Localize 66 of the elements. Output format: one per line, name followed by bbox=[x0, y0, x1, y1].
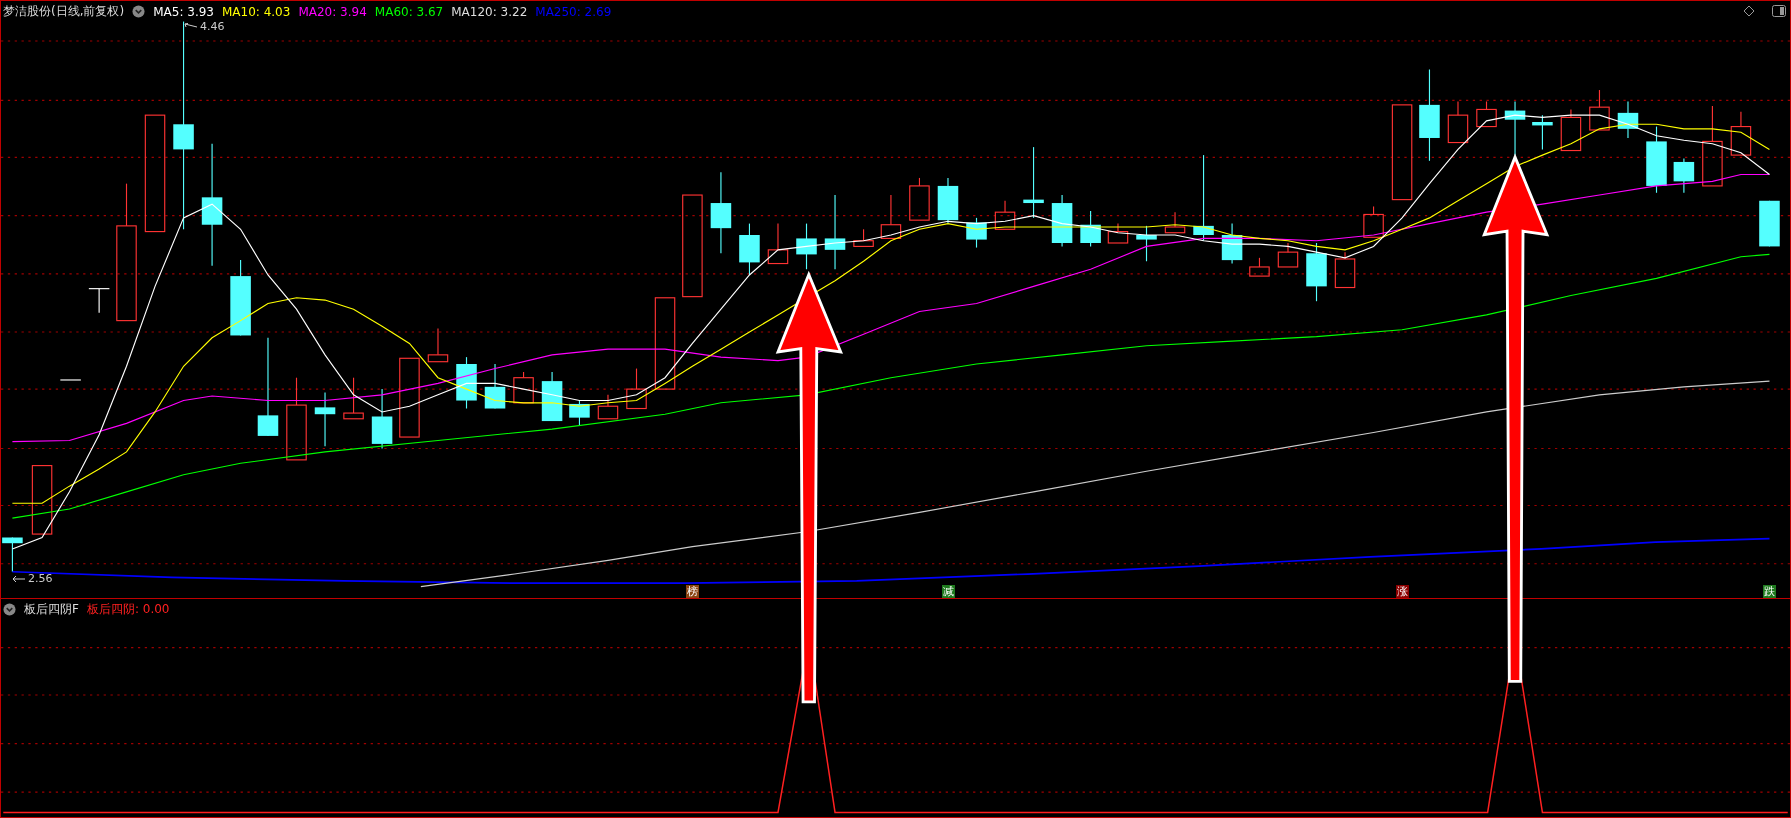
candlestick bbox=[1673, 157, 1695, 194]
moving-average-label: MA5: 3.93 bbox=[153, 4, 214, 19]
stock-title: 梦洁股份(日线,前复权) bbox=[3, 3, 125, 20]
candlestick bbox=[1051, 194, 1073, 247]
candlestick bbox=[1136, 225, 1157, 262]
candlestick bbox=[1617, 100, 1639, 139]
panel-toggle-icon[interactable] bbox=[1772, 5, 1786, 17]
diamond-icon[interactable] bbox=[1743, 5, 1755, 17]
moving-average-label: MA250: 2.69 bbox=[535, 4, 612, 19]
flat-candle bbox=[88, 288, 110, 314]
candlestick bbox=[1646, 126, 1667, 194]
candlestick bbox=[1532, 114, 1553, 150]
candlestick bbox=[1306, 242, 1327, 302]
candlestick bbox=[1080, 210, 1101, 247]
candlestick bbox=[1476, 100, 1497, 128]
candlestick bbox=[1504, 100, 1526, 156]
high-price-label: 4.46 bbox=[200, 20, 225, 33]
candlestick bbox=[626, 368, 647, 410]
candlestick bbox=[427, 328, 449, 363]
candlestick bbox=[31, 465, 53, 535]
candlestick bbox=[1730, 111, 1752, 156]
dropdown-icon[interactable] bbox=[3, 603, 16, 616]
candlestick bbox=[767, 223, 789, 265]
candlestick bbox=[1589, 89, 1610, 131]
candlestick bbox=[909, 177, 930, 221]
candlestick bbox=[1277, 242, 1299, 268]
candlestick bbox=[937, 177, 959, 225]
dropdown-icon[interactable] bbox=[132, 5, 146, 18]
candlestick bbox=[343, 377, 364, 420]
candlestick bbox=[569, 399, 590, 427]
candlestick bbox=[1164, 211, 1186, 234]
arrow-icon bbox=[12, 574, 26, 583]
candlestick bbox=[880, 194, 902, 239]
candlestick bbox=[853, 228, 874, 247]
candlestick bbox=[597, 394, 619, 420]
candlestick bbox=[456, 356, 477, 410]
moving-average-label: MA20: 3.94 bbox=[298, 4, 367, 19]
arrow-icon bbox=[184, 22, 198, 31]
candlestick bbox=[1759, 200, 1780, 247]
indicator-reading: 板后四阴: 0.00 bbox=[86, 601, 170, 618]
moving-average-label: MA10: 4.03 bbox=[221, 4, 291, 19]
candlestick bbox=[994, 200, 1016, 230]
candlestick bbox=[966, 217, 987, 249]
moving-average-label: MA60: 3.67 bbox=[374, 4, 444, 19]
candlestick bbox=[371, 388, 393, 450]
candlestick bbox=[1249, 257, 1270, 277]
candlestick bbox=[2, 536, 23, 573]
candlestick bbox=[1334, 251, 1356, 289]
candlestick bbox=[1221, 223, 1243, 265]
candlestick bbox=[1447, 100, 1469, 144]
candlestick bbox=[314, 391, 336, 447]
candlestick bbox=[1363, 205, 1384, 238]
moving-average-label: MA120: 3.22 bbox=[451, 4, 528, 19]
signal-tag: 涨 bbox=[1395, 585, 1409, 598]
low-price-label: 2.56 bbox=[28, 572, 53, 585]
candlestick bbox=[541, 371, 563, 422]
candlestick bbox=[796, 223, 817, 270]
indicator-name: 板后四阴F bbox=[24, 601, 79, 618]
signal-tag: 榜 bbox=[686, 585, 700, 598]
candlestick bbox=[484, 363, 506, 410]
signal-tag: 减 bbox=[942, 585, 956, 598]
candlestick bbox=[1560, 108, 1582, 152]
candlestick bbox=[1107, 223, 1129, 244]
candlestick bbox=[513, 371, 534, 404]
signal-tag: 跌 bbox=[1763, 585, 1777, 598]
candlestick bbox=[739, 223, 760, 276]
